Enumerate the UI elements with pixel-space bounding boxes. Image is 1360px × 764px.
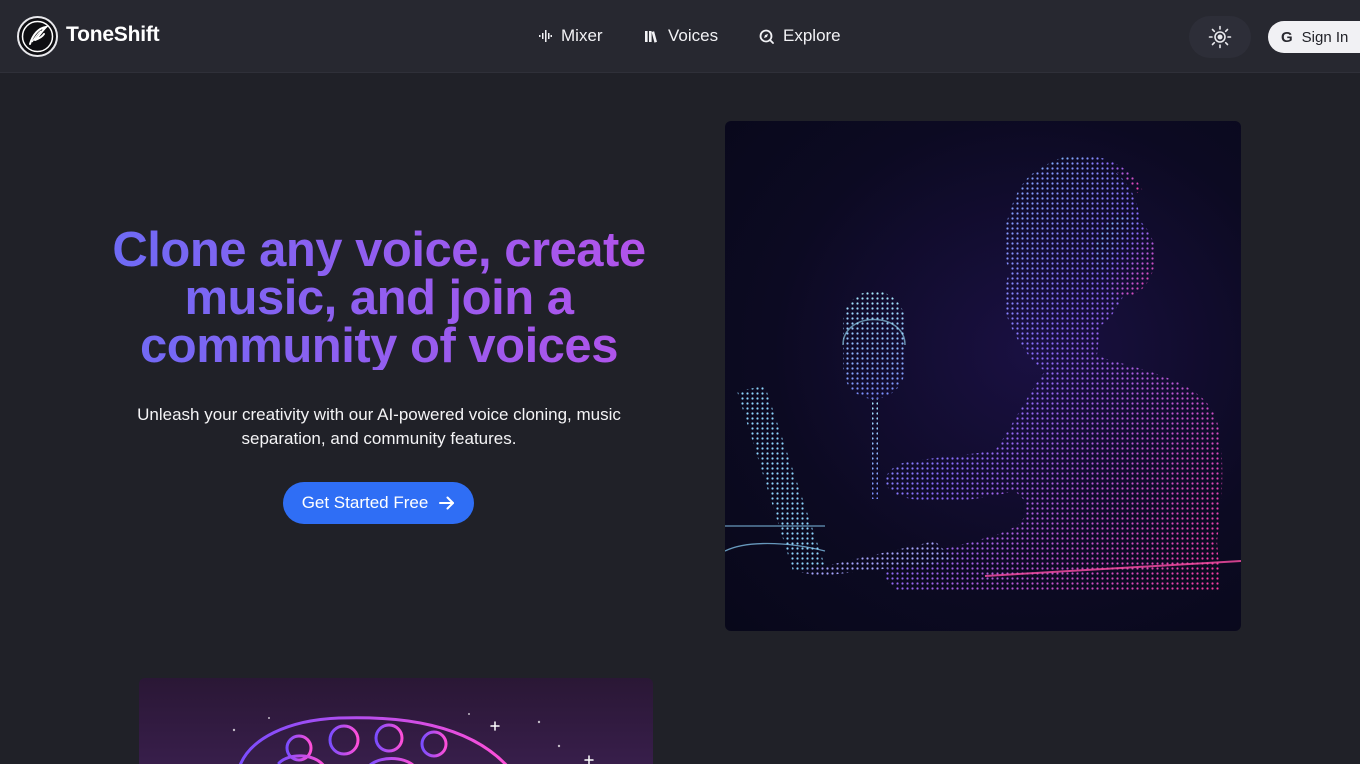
hero-title: Clone any voice, create music, and join … xyxy=(80,226,678,371)
hero-subtitle: Unleash your creativity with our AI-powe… xyxy=(137,405,621,448)
nav-item-voices[interactable]: Voices xyxy=(644,24,718,48)
nav-label-explore: Explore xyxy=(783,26,841,45)
nav-label-mixer: Mixer xyxy=(561,26,603,45)
library-icon xyxy=(645,31,657,43)
sun-icon xyxy=(1208,25,1232,49)
brand-logo-icon[interactable] xyxy=(17,16,58,57)
theme-toggle-button[interactable] xyxy=(1189,16,1251,58)
sign-in-button[interactable]: G Sign In xyxy=(1268,21,1360,53)
top-navbar: ToneShift Mixer Voices Explore G Sign In xyxy=(0,0,1360,73)
hero-illustration xyxy=(725,121,1241,631)
sign-in-label: Sign In xyxy=(1301,28,1349,46)
compass-search-icon xyxy=(759,29,774,44)
waveform-icon xyxy=(539,30,552,42)
google-icon: G xyxy=(1281,28,1293,46)
feature-card-preview xyxy=(139,678,653,764)
nav-item-mixer[interactable]: Mixer xyxy=(538,24,603,48)
brand-name[interactable]: ToneShift xyxy=(66,23,160,47)
arrow-right-icon xyxy=(439,496,455,510)
get-started-button[interactable]: Get Started Free xyxy=(283,482,474,524)
nav-label-voices: Voices xyxy=(668,26,719,45)
nav-item-explore[interactable]: Explore xyxy=(759,24,841,48)
get-started-label: Get Started Free xyxy=(301,493,429,512)
